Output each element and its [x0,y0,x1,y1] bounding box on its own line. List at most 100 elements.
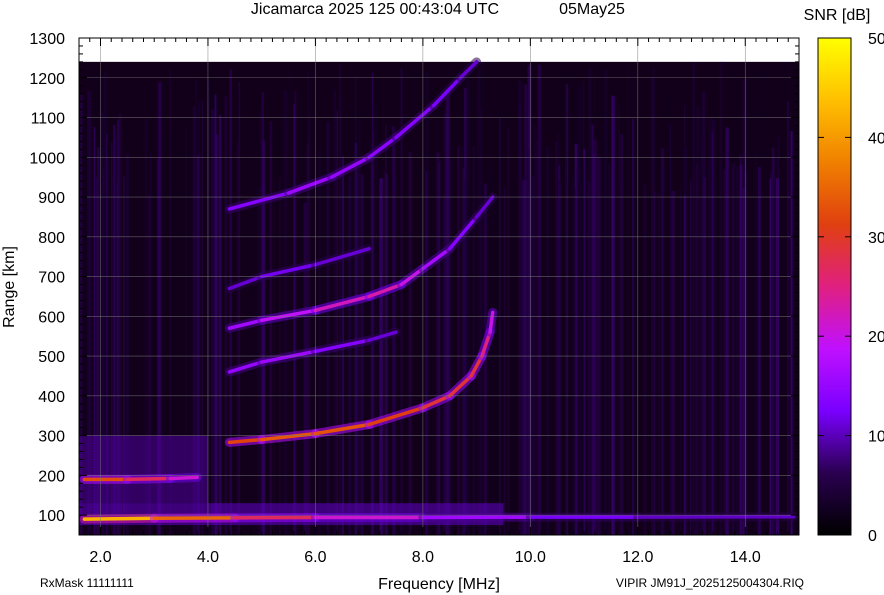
ionogram-figure: Jicamarca 2025 125 00:43:04 UTC 05May25 … [1,1,884,593]
noise-streak [248,122,252,535]
noise-streak [449,116,452,535]
colorbar-label: SNR [dB] [804,7,871,24]
noise-streak [660,148,665,535]
noise-streak [269,121,273,535]
echo-trace-segment [125,476,173,482]
y-tick-label: 500 [38,349,65,366]
noise-streak [498,117,501,535]
noise-streak [303,202,307,535]
noise-streak [457,146,460,535]
noise-streak [318,149,321,535]
noise-streak [597,156,601,535]
noise-streak [333,86,335,535]
x-tick-label: 14.0 [730,549,761,566]
colorbar-tick-label: 50 [868,31,884,48]
noise-streak [379,178,383,535]
chart-date: 05May25 [559,1,625,18]
echo-trace [79,512,799,524]
noise-streak [732,162,735,535]
noise-streak [643,184,647,535]
noise-streak [490,162,493,535]
noise-streak [604,70,608,535]
noise-streak [697,149,701,535]
noise-streak [229,69,232,535]
noise-streak [348,175,351,535]
noise-streak [208,79,210,535]
colorbar-tick-label: 0 [868,528,877,545]
x-axis-label: Frequency [MHz] [378,576,500,593]
noise-streak [684,148,688,535]
noise-streak [735,166,739,535]
noise-streak [611,95,615,535]
noise-streak [786,101,790,535]
noise-streak [557,132,560,535]
noise-streak [400,153,404,535]
noise-streak [739,155,743,535]
y-tick-label: 400 [38,389,65,406]
noise-streak [238,81,241,535]
rxmask-text: RxMask 11111111 [40,576,134,590]
noise-streak [546,146,549,535]
y-tick-label: 1200 [29,71,65,88]
noise-streak [790,130,793,535]
noise-streak [480,107,482,535]
plot-area [79,38,799,535]
noise-streak [658,192,660,535]
noise-streak [215,134,219,535]
noise-streak [375,104,377,535]
y-tick-label: 300 [38,429,65,446]
noise-streak [602,183,604,535]
noise-streak [461,146,463,535]
noise-streak [581,156,585,535]
noise-streak [532,121,534,535]
x-tick-label: 2.0 [89,549,111,566]
noise-streak [443,113,447,535]
colorbar-tick-label: 40 [868,130,884,147]
y-tick-label: 600 [38,309,65,326]
noise-streak [719,61,723,535]
noise-streak [555,141,557,535]
noise-streak [651,67,655,535]
noise-streak [518,80,522,535]
x-tick-label: 6.0 [304,549,326,566]
noise-streak [690,180,692,535]
noise-streak [212,76,215,535]
noise-streak [588,63,592,535]
noise-streak [694,200,697,535]
y-tick-label: 200 [38,468,65,485]
x-tick-label: 12.0 [622,549,653,566]
y-tick-label: 1300 [29,31,65,48]
noise-streak [769,178,771,535]
noise-streak [408,152,412,535]
colorbar-tick-label: 20 [868,329,884,346]
noise-streak [773,175,775,535]
y-tick-label: 1100 [31,111,66,128]
noise-streak [627,63,629,535]
file-name-text: VIPIR JM91J_2025125004304.RIQ [616,576,804,590]
noise-streak [503,187,506,535]
noise-streak [775,178,780,535]
noise-streak [425,171,428,535]
noise-streak [608,164,610,535]
noise-streak [436,152,440,535]
noise-streak [762,69,766,535]
echo-trace-segment [168,475,199,481]
chart-title: Jicamarca 2025 125 00:43:04 UTC [251,1,499,18]
noise-streak [466,79,470,535]
noise-streak [527,148,530,535]
x-tick-label: 8.0 [412,549,434,566]
noise-streak [446,87,450,535]
noise-streak [507,127,510,535]
noise-streak [669,124,671,535]
noise-streak [592,153,596,535]
colorbar-tick-label: 10 [868,429,884,446]
noise-streak [477,71,481,535]
noise-streak [359,118,361,535]
noise-streak [679,190,682,535]
noise-streak [632,72,636,535]
noise-streak [224,96,228,535]
noise-streak [758,166,761,535]
noise-streak [261,92,264,535]
noise-streak [236,142,239,535]
diffuse-echo-region [79,435,208,504]
